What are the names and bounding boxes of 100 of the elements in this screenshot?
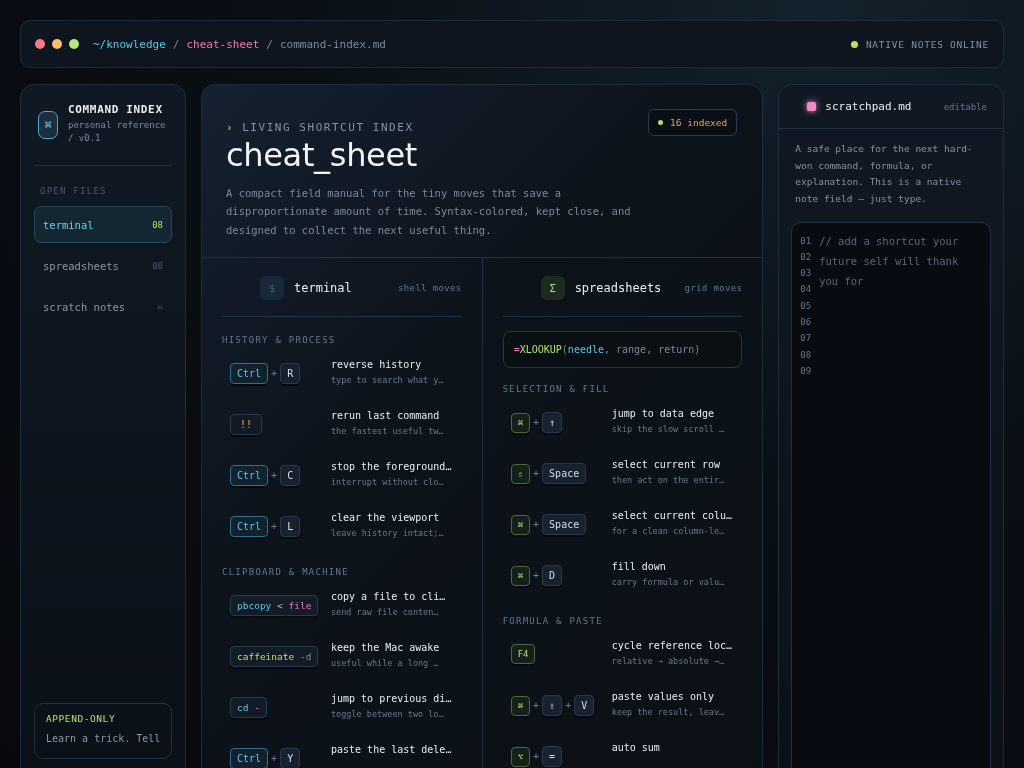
app-subtitle: personal reference / v0.1 bbox=[68, 119, 167, 146]
section-label: OPEN FILES bbox=[39, 186, 108, 197]
line-number: 09 bbox=[800, 364, 812, 378]
file-item[interactable]: terminal 08 bbox=[34, 206, 172, 244]
breadcrumb-link[interactable]: command-index.md bbox=[279, 37, 386, 51]
shortcut-hint: relative → absolute →… bbox=[611, 656, 726, 667]
logo-icon: ⌘ bbox=[38, 111, 58, 139]
shortcut-hint: leave history intact;… bbox=[331, 528, 444, 539]
key-cap: D bbox=[542, 565, 563, 587]
plus-sign: + bbox=[271, 521, 278, 533]
shortcut-hint: send raw file conten… bbox=[331, 607, 440, 618]
plus-sign: + bbox=[271, 368, 278, 380]
file-label: terminal bbox=[43, 218, 94, 231]
card-title: APPEND-ONLY bbox=[46, 713, 117, 724]
plus-sign: + bbox=[533, 519, 540, 531]
shortcut-title: fill down bbox=[611, 561, 667, 573]
plus-sign: + bbox=[533, 700, 540, 712]
line-number: 01 bbox=[800, 234, 812, 247]
plus-sign: + bbox=[533, 570, 540, 582]
plus-sign: + bbox=[533, 751, 540, 763]
plus-sign: + bbox=[565, 700, 572, 712]
prompt-icon: › bbox=[226, 121, 235, 134]
page-title: cheat_sheet bbox=[226, 136, 419, 174]
shortcut-title: clear the viewport bbox=[331, 512, 441, 524]
file-icon bbox=[807, 102, 817, 111]
scratchpad-description: A safe place for the next hard-won command, formula, or explanation. This is a native note field — just type. bbox=[795, 142, 974, 206]
key-cap: Ctrl bbox=[230, 363, 269, 385]
breadcrumb-link[interactable]: ~/knowledge bbox=[93, 37, 166, 51]
eyebrow-label: LIVING SHORTCUT INDEX bbox=[242, 121, 414, 134]
section-label: HISTORY & PROCESS bbox=[222, 335, 337, 346]
key-cap: ⌥ bbox=[510, 746, 531, 767]
breadcrumb-separator: / bbox=[266, 37, 273, 51]
minimize-dot-icon[interactable] bbox=[52, 39, 62, 49]
key-cap: ⌘ bbox=[510, 412, 531, 433]
file-count: 08 bbox=[152, 219, 163, 230]
shortcut-title: copy a file to cli… bbox=[331, 591, 446, 603]
shortcut-hint: for a clean column-le… bbox=[611, 526, 726, 537]
file-count: 08 bbox=[152, 260, 163, 271]
file-item[interactable]: scratch notes ∞ bbox=[34, 288, 172, 326]
shortcut-title: rerun last command bbox=[331, 410, 441, 422]
indexed-badge: 16 indexed bbox=[648, 109, 738, 136]
breadcrumb-separator: / bbox=[172, 37, 180, 51]
plus-sign: + bbox=[533, 417, 540, 429]
editable-tag: editable bbox=[943, 101, 987, 112]
file-item[interactable]: spreadsheets 08 bbox=[34, 247, 172, 285]
shortcut-title: cycle reference loc… bbox=[611, 640, 733, 652]
shortcut-title: keep the Mac awake bbox=[331, 642, 440, 654]
key-cap: L bbox=[280, 516, 301, 538]
section-label: SELECTION & FILL bbox=[502, 384, 611, 395]
line-number: 07 bbox=[800, 332, 812, 345]
breadcrumb-link[interactable]: cheat-sheet bbox=[186, 37, 260, 51]
key-cap: V bbox=[574, 695, 595, 717]
key-cap: F4 bbox=[510, 644, 536, 665]
command-snippet: caffeinate -d bbox=[230, 646, 319, 668]
shortcut-title: paste values only bbox=[611, 691, 715, 703]
column-icon: $ bbox=[260, 276, 284, 301]
shortcut-title: auto sum bbox=[611, 742, 660, 754]
key-cap: = bbox=[542, 746, 563, 768]
key-cap: ↑ bbox=[542, 412, 563, 434]
file-label: spreadsheets bbox=[43, 259, 119, 272]
section-label: CLIPBOARD & MACHINE bbox=[222, 567, 350, 578]
key-cap: R bbox=[280, 363, 301, 385]
command-snippet: pbcopy < file bbox=[230, 595, 319, 617]
column-tag: shell moves bbox=[398, 283, 462, 294]
maximize-dot-icon[interactable] bbox=[69, 39, 79, 49]
shortcut-hint: then act on the entir… bbox=[611, 475, 725, 486]
key-cap: Ctrl bbox=[230, 748, 269, 768]
section-label: FORMULA & PASTE bbox=[502, 616, 604, 627]
key-cap: ⌘ bbox=[510, 695, 531, 716]
shortcut-hint: keep the result, leav… bbox=[611, 707, 725, 718]
key-cap: C bbox=[280, 465, 301, 487]
file-name: scratchpad.md bbox=[825, 100, 912, 113]
key-cap: ⇧ bbox=[542, 695, 563, 717]
shortcut-hint: skip the slow scroll … bbox=[611, 424, 725, 435]
shortcut-title: reverse history bbox=[331, 359, 423, 371]
line-number: 08 bbox=[800, 348, 812, 361]
file-label: scratch notes bbox=[43, 300, 126, 313]
line-number: 04 bbox=[800, 283, 812, 296]
formula-snippet: =XLOOKUP(needle, range, return) bbox=[502, 331, 743, 369]
key-cap: ⇧ bbox=[510, 463, 531, 484]
shortcut-title: stop the foreground… bbox=[331, 461, 452, 473]
shortcut-hint: type to search what y… bbox=[331, 375, 444, 386]
status-label: NATIVE NOTES ONLINE bbox=[865, 38, 989, 50]
command-snippet: cd - bbox=[230, 697, 267, 719]
card-text: Learn a trick. Tell bbox=[46, 733, 160, 744]
key-cap: ⌘ bbox=[510, 514, 531, 535]
plus-sign: + bbox=[533, 468, 540, 480]
close-dot-icon[interactable] bbox=[35, 39, 45, 49]
shortcut-title: select current row bbox=[611, 459, 721, 471]
shortcut-title: jump to previous di… bbox=[331, 693, 452, 705]
note-editor[interactable]: 01 02 03 04 05 06 07 08 09 // add a shortcut your future self will thank you for bbox=[791, 221, 991, 768]
line-number: 06 bbox=[800, 316, 812, 329]
app-title: COMMAND INDEX bbox=[68, 103, 164, 116]
column-icon: Σ bbox=[540, 276, 565, 301]
shortcut-title: jump to data edge bbox=[611, 408, 715, 420]
key-cap: Ctrl bbox=[230, 516, 269, 538]
plus-sign: + bbox=[271, 753, 278, 765]
key-cap: !! bbox=[230, 414, 263, 436]
line-number: 03 bbox=[800, 267, 812, 280]
shortcut-hint: interrupt without clo… bbox=[331, 477, 445, 488]
